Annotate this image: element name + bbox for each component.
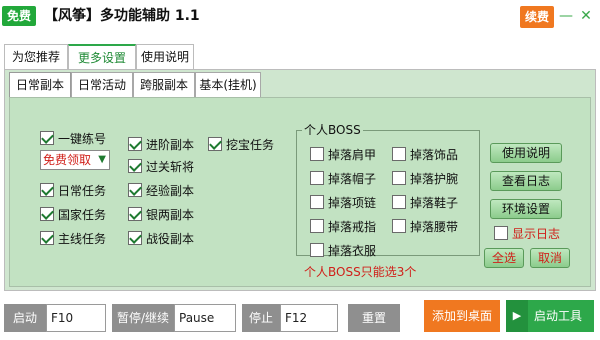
close-icon[interactable]: ✕ xyxy=(578,6,594,26)
tab-more-settings[interactable]: 更多设置 xyxy=(68,44,136,70)
checkbox-box xyxy=(208,137,222,151)
checkbox-box xyxy=(494,226,508,240)
checkbox-box xyxy=(310,219,324,233)
checkbox-label: 挖宝任务 xyxy=(226,137,275,152)
subtab-basic-idle[interactable]: 基本(挂机) xyxy=(195,72,261,98)
free-badge: 免费 xyxy=(2,6,36,26)
checkbox-label: 过关斩将 xyxy=(146,159,195,174)
checkbox-label: 掉落帽子 xyxy=(328,171,377,186)
subtab-daily-dungeon[interactable]: 日常副本 xyxy=(9,72,71,98)
env-settings-button[interactable]: 环境设置 xyxy=(490,199,562,219)
checkbox-label: 银两副本 xyxy=(146,207,195,222)
dropdown-value: 免费领取 xyxy=(43,153,92,167)
checkbox-treasure-task[interactable]: 挖宝任务 xyxy=(208,134,274,154)
checkbox-box xyxy=(128,231,142,245)
checkbox-label: 掉落护腕 xyxy=(410,171,459,186)
checkbox-box xyxy=(392,195,406,209)
start-hotkey-label: 启动 xyxy=(4,304,46,332)
stop-hotkey-input[interactable] xyxy=(280,304,338,332)
checkbox-daily-task[interactable]: 日常任务 xyxy=(40,180,106,200)
reset-button[interactable]: 重置 xyxy=(348,304,400,332)
checkbox-label: 掉落饰品 xyxy=(410,147,459,162)
checkbox-label: 进阶副本 xyxy=(146,137,195,152)
checkbox-drop-hat[interactable]: 掉落帽子 xyxy=(310,168,376,188)
play-icon: ▶ xyxy=(506,300,528,332)
checkbox-pass-stages[interactable]: 过关斩将 xyxy=(128,156,194,176)
checkbox-label: 掉落鞋子 xyxy=(410,195,459,210)
checkbox-drop-ornament[interactable]: 掉落饰品 xyxy=(392,144,458,164)
checkbox-advanced-dungeon[interactable]: 进阶副本 xyxy=(128,134,194,154)
daily-dungeon-panel: 一键练号 免费领取 ▼ 日常任务 国家任务 主线任务 进阶副本 过关斩将 经验副… xyxy=(9,97,591,287)
start-hotkey-input[interactable] xyxy=(46,304,106,332)
checkbox-main-task[interactable]: 主线任务 xyxy=(40,228,106,248)
renew-button[interactable]: 续费 xyxy=(520,6,554,28)
checkbox-drop-clothes[interactable]: 掉落衣服 xyxy=(310,240,376,260)
checkbox-drop-shoes[interactable]: 掉落鞋子 xyxy=(392,192,458,212)
tab-instructions[interactable]: 使用说明 xyxy=(136,44,194,70)
checkbox-label: 经验副本 xyxy=(146,183,195,198)
boss-group-title: 个人BOSS xyxy=(302,123,363,137)
checkbox-drop-bracer[interactable]: 掉落护腕 xyxy=(392,168,458,188)
checkbox-box xyxy=(310,243,324,257)
launch-tool-button[interactable]: ▶ 启动工具 xyxy=(506,300,594,332)
checkbox-box xyxy=(392,171,406,185)
minimize-icon[interactable]: — xyxy=(558,6,574,26)
hotkey-bar: 启动 暂停/继续 停止 重置 添加到桌面 ▶ 启动工具 xyxy=(0,296,600,340)
subtab-daily-activity[interactable]: 日常活动 xyxy=(71,72,133,98)
checkbox-box xyxy=(392,219,406,233)
app-title: 【风筝】多功能辅助 1.1 xyxy=(44,8,200,24)
pause-hotkey-label: 暂停/继续 xyxy=(112,304,174,332)
checkbox-label: 掉落肩甲 xyxy=(328,147,377,162)
checkbox-label: 国家任务 xyxy=(58,207,107,222)
checkbox-box xyxy=(310,195,324,209)
checkbox-label: 掉落腰带 xyxy=(410,219,459,234)
checkbox-label: 显示日志 xyxy=(512,226,561,241)
checkbox-box xyxy=(40,131,54,145)
checkbox-one-click-level[interactable]: 一键练号 xyxy=(40,128,106,148)
subtab-cross-server[interactable]: 跨服副本 xyxy=(133,72,195,98)
checkbox-box xyxy=(128,137,142,151)
checkbox-label: 战役副本 xyxy=(146,231,195,246)
settings-panel: 日常副本 日常活动 跨服副本 基本(挂机) 一键练号 免费领取 ▼ 日常任务 国… xyxy=(4,69,596,291)
stop-hotkey-label: 停止 xyxy=(242,304,280,332)
select-all-button[interactable]: 全选 xyxy=(484,248,524,268)
checkbox-drop-shoulder[interactable]: 掉落肩甲 xyxy=(310,144,376,164)
checkbox-label: 掉落戒指 xyxy=(328,219,377,234)
checkbox-silver-dungeon[interactable]: 银两副本 xyxy=(128,204,194,224)
launch-tool-label: 启动工具 xyxy=(534,309,583,323)
checkbox-label: 掉落项链 xyxy=(328,195,377,210)
checkbox-box xyxy=(40,231,54,245)
pause-hotkey-input[interactable] xyxy=(174,304,236,332)
checkbox-exp-dungeon[interactable]: 经验副本 xyxy=(128,180,194,200)
boss-limit-note: 个人BOSS只能选3个 xyxy=(304,265,417,279)
checkbox-label: 日常任务 xyxy=(58,183,107,198)
checkbox-box xyxy=(392,147,406,161)
checkbox-box xyxy=(310,147,324,161)
view-log-button[interactable]: 查看日志 xyxy=(490,171,562,191)
checkbox-campaign-dungeon[interactable]: 战役副本 xyxy=(128,228,194,248)
help-button[interactable]: 使用说明 xyxy=(490,143,562,163)
checkbox-label: 一键练号 xyxy=(58,131,107,146)
checkbox-label: 主线任务 xyxy=(58,231,107,246)
checkbox-show-log[interactable]: 显示日志 xyxy=(494,223,560,243)
cancel-button[interactable]: 取消 xyxy=(530,248,570,268)
checkbox-box xyxy=(128,159,142,173)
checkbox-box xyxy=(310,171,324,185)
checkbox-drop-necklace[interactable]: 掉落项链 xyxy=(310,192,376,212)
tab-recommend[interactable]: 为您推荐 xyxy=(4,44,68,70)
checkbox-box xyxy=(40,183,54,197)
reward-dropdown[interactable]: 免费领取 ▼ xyxy=(40,150,110,170)
checkbox-box xyxy=(40,207,54,221)
checkbox-label: 掉落衣服 xyxy=(328,243,377,258)
checkbox-nation-task[interactable]: 国家任务 xyxy=(40,204,106,224)
checkbox-drop-ring[interactable]: 掉落戒指 xyxy=(310,216,376,236)
checkbox-box xyxy=(128,207,142,221)
add-to-desktop-button[interactable]: 添加到桌面 xyxy=(424,300,500,332)
checkbox-box xyxy=(128,183,142,197)
title-bar: 免费 【风筝】多功能辅助 1.1 续费 — ✕ xyxy=(0,0,600,36)
checkbox-drop-belt[interactable]: 掉落腰带 xyxy=(392,216,458,236)
chevron-down-icon: ▼ xyxy=(98,154,106,165)
